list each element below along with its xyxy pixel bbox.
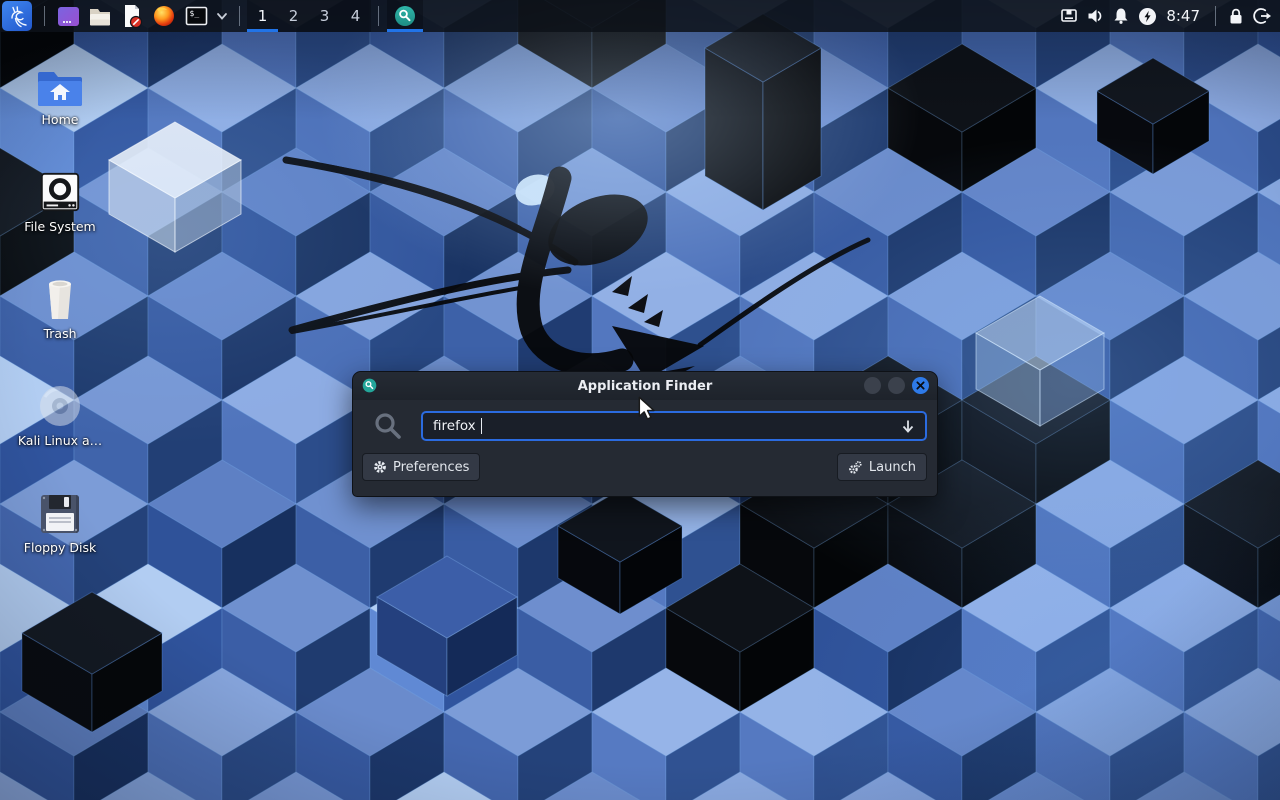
close-icon xyxy=(916,381,925,390)
panel-separator xyxy=(44,6,45,26)
dialog-button-row: Preferences Launch xyxy=(362,453,927,481)
workspace-number: 1 xyxy=(258,7,268,25)
preferences-label: Preferences xyxy=(393,460,469,475)
dialog-body: firefox Preferences xyxy=(353,400,937,489)
terminal-icon: $_ xyxy=(184,4,209,29)
app-finder-icon xyxy=(394,5,416,27)
dropdown-arrow-icon[interactable] xyxy=(901,419,915,434)
desktop-window-launcher[interactable] xyxy=(52,0,84,32)
desktop-label: File System xyxy=(24,219,96,234)
clock[interactable]: 8:47 xyxy=(1166,7,1200,25)
maximize-button[interactable] xyxy=(888,377,905,394)
drive-icon xyxy=(37,163,83,215)
close-button[interactable] xyxy=(912,377,929,394)
desktop-icon-home[interactable]: Home xyxy=(5,56,115,127)
desktop-label: Home xyxy=(42,112,79,127)
workspace-number: 2 xyxy=(289,7,299,25)
active-task-indicator xyxy=(387,29,423,32)
search-input-value: firefox xyxy=(433,418,476,434)
purple-window-icon xyxy=(56,4,81,29)
titlebar[interactable]: Application Finder xyxy=(353,372,937,400)
panel-right-group: 8:47 xyxy=(1056,0,1280,32)
desktop-label: Floppy Disk xyxy=(24,540,96,555)
folder-icon xyxy=(87,3,113,29)
power-manager-tray-button[interactable] xyxy=(1134,0,1160,32)
ghosted-disc-icon xyxy=(37,377,83,429)
panel-left-group: $_ 1 2 3 4 xyxy=(0,0,423,32)
window-title: Application Finder xyxy=(353,379,937,394)
workspace-number: 3 xyxy=(320,7,330,25)
text-editor-launcher[interactable] xyxy=(116,0,148,32)
panel-separator xyxy=(378,6,379,26)
desktop-icon-file-system[interactable]: File System xyxy=(5,163,115,234)
desktop-icon-trash[interactable]: Trash xyxy=(5,270,115,341)
workspace-button-4[interactable]: 4 xyxy=(340,0,371,32)
power-bolt-icon xyxy=(1138,7,1157,26)
svg-text:$_: $_ xyxy=(189,9,199,18)
chevron-down-icon xyxy=(216,10,228,22)
kali-desktop: Home File System xyxy=(0,0,1280,800)
preferences-button[interactable]: Preferences xyxy=(362,453,480,481)
search-icon xyxy=(373,411,403,441)
app-finder-window-icon xyxy=(362,378,377,393)
notifications-tray-button[interactable] xyxy=(1108,0,1134,32)
window-controls xyxy=(864,377,929,394)
file-manager-launcher[interactable] xyxy=(84,0,116,32)
floppy-disk-icon xyxy=(38,484,82,536)
gear-icon xyxy=(373,460,387,474)
workspace-number: 4 xyxy=(351,7,361,25)
workspace-button-3[interactable]: 3 xyxy=(309,0,340,32)
bell-icon xyxy=(1111,6,1131,26)
search-input[interactable]: firefox xyxy=(421,411,927,441)
desktop-icon-floppy-disk[interactable]: Floppy Disk xyxy=(5,484,115,555)
ethernet-icon xyxy=(1059,6,1079,26)
search-row: firefox xyxy=(362,411,927,441)
desktop-label: Trash xyxy=(43,326,76,341)
trash-bin-icon xyxy=(38,270,82,322)
minimize-button[interactable] xyxy=(864,377,881,394)
desktop-label: Kali Linux a… xyxy=(18,433,102,448)
kali-menu-button[interactable] xyxy=(2,1,32,31)
volume-tray-button[interactable] xyxy=(1082,0,1108,32)
lock-icon xyxy=(1226,6,1246,26)
panel-separator xyxy=(239,6,240,26)
logout-icon xyxy=(1252,6,1272,26)
run-gears-icon xyxy=(848,460,863,475)
terminal-launcher[interactable]: $_ xyxy=(180,0,212,32)
launch-button[interactable]: Launch xyxy=(837,453,927,481)
workspace-button-1[interactable]: 1 xyxy=(247,0,278,32)
home-folder-icon xyxy=(37,56,83,108)
kali-logo-icon xyxy=(5,4,29,28)
lock-screen-button[interactable] xyxy=(1223,0,1249,32)
top-panel: $_ 1 2 3 4 xyxy=(0,0,1280,32)
firefox-icon xyxy=(152,4,176,28)
workspace-button-2[interactable]: 2 xyxy=(278,0,309,32)
document-edit-icon xyxy=(119,3,145,29)
terminal-dropdown-button[interactable] xyxy=(212,0,232,32)
launch-label: Launch xyxy=(869,460,916,475)
network-tray-button[interactable] xyxy=(1056,0,1082,32)
text-caret xyxy=(481,418,483,434)
active-workspace-indicator xyxy=(247,29,278,32)
application-finder-window: Application Finder xyxy=(352,371,938,497)
taskbar-app-finder-button[interactable] xyxy=(387,0,423,32)
volume-icon xyxy=(1085,6,1105,26)
firefox-launcher[interactable] xyxy=(148,0,180,32)
logout-button[interactable] xyxy=(1249,0,1275,32)
panel-separator xyxy=(1215,6,1216,26)
desktop-icon-kali-linux[interactable]: Kali Linux a… xyxy=(5,377,115,448)
